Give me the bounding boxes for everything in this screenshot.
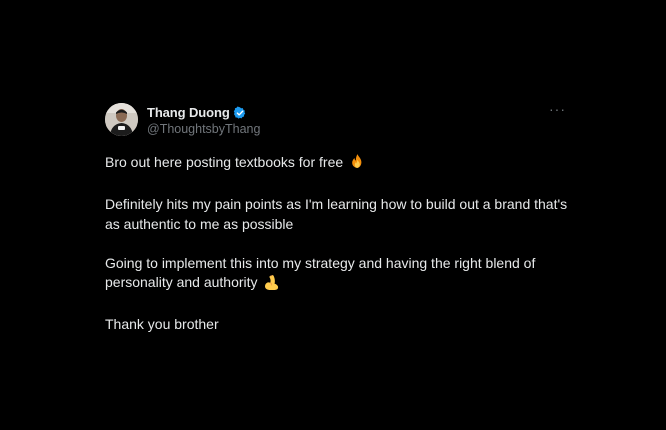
- tweet-paragraph-text: Definitely hits my pain points as I'm le…: [105, 196, 568, 232]
- tweet-text: Bro out here posting textbooks for free …: [105, 153, 571, 354]
- tweet-header: Thang Duong @ThoughtsbyThang ···: [105, 101, 571, 141]
- verified-badge-icon: [233, 105, 247, 120]
- tweet-paragraph-text: Thank you brother: [105, 316, 219, 332]
- tweet-paragraph: Going to implement this into my strategy…: [105, 254, 571, 296]
- flexed-biceps-emoji-icon: [263, 273, 281, 296]
- author-handle[interactable]: @ThoughtsbyThang: [147, 122, 260, 136]
- fire-emoji-icon: [349, 153, 366, 176]
- more-options-icon[interactable]: ···: [549, 102, 566, 116]
- tweet-paragraph-text: Going to implement this into my strategy…: [105, 254, 536, 291]
- avatar[interactable]: [105, 103, 138, 136]
- tweet-paragraph: Bro out here posting textbooks for free: [105, 153, 571, 176]
- tweet-paragraph-text: Bro out here posting textbooks for free: [105, 154, 344, 170]
- author-display-name[interactable]: Thang Duong: [147, 105, 230, 120]
- tweet-card: Thang Duong @ThoughtsbyThang ··· Bro out…: [105, 101, 571, 332]
- tweet-paragraph: Thank you brother: [105, 315, 571, 335]
- author-names: Thang Duong @ThoughtsbyThang: [147, 104, 260, 136]
- tweet-paragraph: Definitely hits my pain points as I'm le…: [105, 195, 571, 234]
- avatar-image-icon: [105, 103, 138, 136]
